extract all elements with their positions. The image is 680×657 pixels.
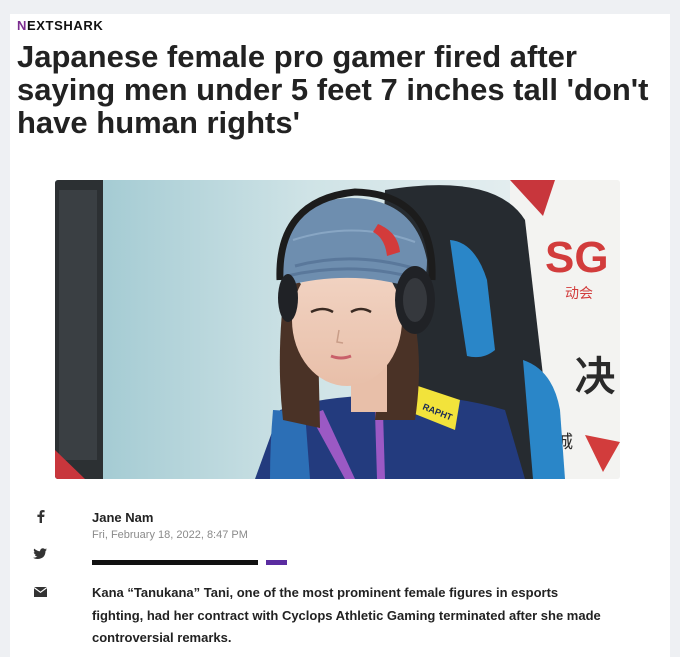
article-title: Japanese female pro gamer fired after sa…	[17, 39, 649, 140]
site-logo[interactable]: NEXTSHARK	[17, 18, 103, 33]
facebook-icon	[36, 510, 45, 523]
article-lede: Kana “Tanukana” Tani, one of the most pr…	[92, 585, 601, 645]
divider-accent	[266, 560, 287, 565]
article-page: NEXTSHARK Japanese female pro gamer fire…	[10, 14, 670, 657]
banner-char: 决	[575, 354, 615, 400]
share-facebook[interactable]	[32, 508, 48, 524]
banner-subtext: 动会	[565, 286, 593, 302]
share-twitter[interactable]	[32, 546, 48, 562]
banner-text: SG	[545, 233, 609, 282]
hero-image: SG 动会 决 城 RAPHT	[55, 180, 620, 479]
twitter-icon	[33, 548, 47, 559]
share-email[interactable]	[32, 584, 48, 600]
divider-bar	[92, 560, 258, 565]
email-icon	[33, 587, 47, 597]
author-name[interactable]: Jane Nam	[92, 510, 153, 525]
publish-date: Fri, February 18, 2022, 8:47 PM	[92, 529, 248, 541]
